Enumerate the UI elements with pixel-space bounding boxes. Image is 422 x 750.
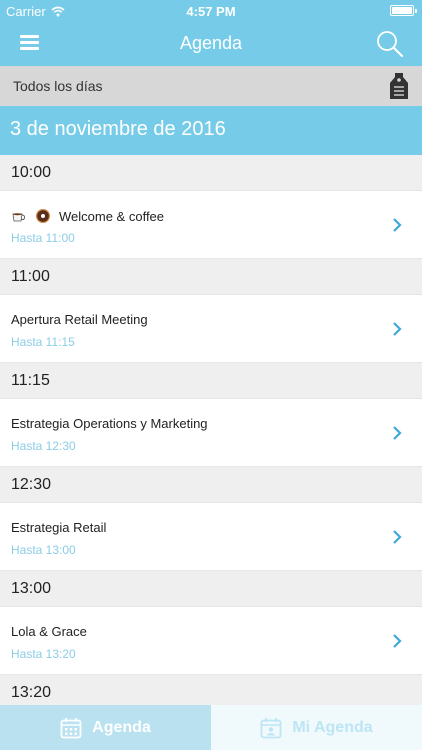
session-row-estrategia-operations[interactable]: Estrategia Operations y Marketing Hasta … xyxy=(0,399,422,467)
tab-mi-agenda-label: Mi Agenda xyxy=(292,718,373,736)
time-section-header: 12:30 xyxy=(0,467,422,503)
time-section-header: 11:00 xyxy=(0,259,422,295)
day-filter-bar[interactable]: Todos los días xyxy=(0,66,422,106)
session-title-wrap: Welcome & coffee xyxy=(11,208,164,224)
doughnut-icon xyxy=(36,209,50,223)
coffee-icon xyxy=(12,213,26,222)
session-title: Apertura Retail Meeting xyxy=(11,312,148,327)
day-filter-label: Todos los días xyxy=(13,78,103,94)
tab-bar: Agenda Mi Agenda xyxy=(0,705,422,750)
session-end-time: Hasta 13:00 xyxy=(11,543,76,557)
chevron-right-icon xyxy=(393,634,402,648)
tab-agenda[interactable]: Agenda xyxy=(0,705,211,750)
session-end-time: Hasta 11:15 xyxy=(11,335,75,349)
time-section-header: 10:00 xyxy=(0,155,422,191)
time-section-header: 13:00 xyxy=(0,571,422,607)
chevron-right-icon xyxy=(393,322,402,336)
session-title: Estrategia Retail xyxy=(11,520,107,535)
search-icon[interactable] xyxy=(376,30,404,58)
session-end-time: Hasta 13:20 xyxy=(11,647,76,661)
tab-agenda-label: Agenda xyxy=(92,718,151,736)
status-bar: Carrier 4:57 PM xyxy=(0,0,422,22)
chevron-right-icon xyxy=(393,530,402,544)
time-section-header: 13:20 xyxy=(0,675,422,705)
chevron-right-icon xyxy=(393,218,402,232)
battery-icon xyxy=(390,5,417,16)
time-section-header: 11:15 xyxy=(0,363,422,399)
session-title: Estrategia Operations y Marketing xyxy=(11,416,208,431)
session-end-time: Hasta 11:00 xyxy=(11,231,75,245)
session-title: Lola & Grace xyxy=(11,624,87,639)
session-row-lola-grace[interactable]: Lola & Grace Hasta 13:20 xyxy=(0,607,422,675)
tag-icon[interactable] xyxy=(389,72,409,100)
session-row-welcome-coffee[interactable]: Welcome & coffee Hasta 11:00 xyxy=(0,191,422,259)
tab-mi-agenda[interactable]: Mi Agenda xyxy=(211,705,422,750)
app-header: Carrier 4:57 PM Agenda xyxy=(0,0,422,66)
date-banner: 3 de noviembre de 2016 xyxy=(0,106,422,155)
session-end-time: Hasta 12:30 xyxy=(11,439,76,453)
session-title: Welcome & coffee xyxy=(59,208,165,224)
nav-bar: Agenda xyxy=(0,22,422,66)
personal-calendar-icon xyxy=(260,717,282,738)
status-time: 4:57 PM xyxy=(186,4,236,19)
chevron-right-icon xyxy=(393,426,402,440)
calendar-icon xyxy=(60,717,82,738)
agenda-list[interactable]: 10:00 Welcome & coffee Hasta 11:00 11:00… xyxy=(0,155,422,705)
page-title: Agenda xyxy=(179,33,243,53)
session-row-apertura[interactable]: Apertura Retail Meeting Hasta 11:15 xyxy=(0,295,422,363)
date-label: 3 de noviembre de 2016 xyxy=(10,118,226,140)
session-row-estrategia-retail[interactable]: Estrategia Retail Hasta 13:00 xyxy=(0,503,422,571)
